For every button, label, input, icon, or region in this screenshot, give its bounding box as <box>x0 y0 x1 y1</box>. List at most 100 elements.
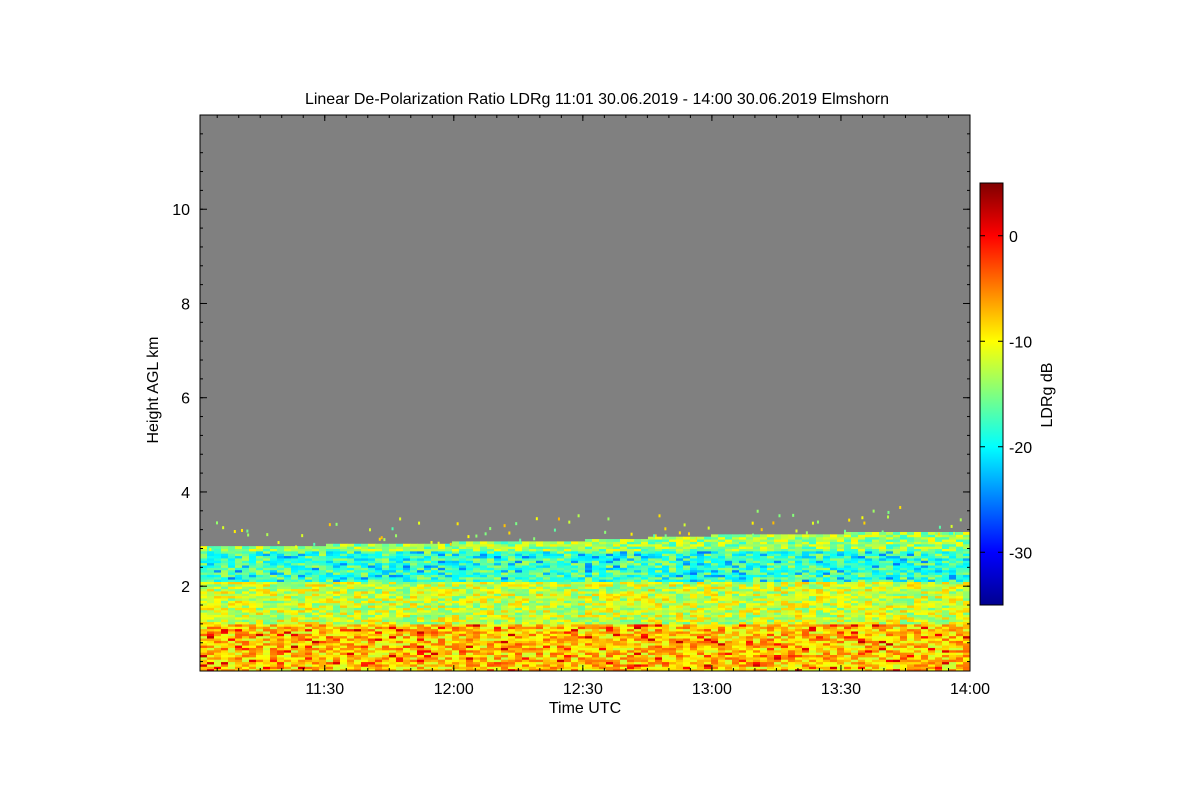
heatmap-cell <box>522 541 530 545</box>
heatmap-cell <box>564 541 572 545</box>
heatmap-cell <box>228 546 236 549</box>
heatmap-speckle <box>760 528 763 532</box>
heatmap-cell <box>613 539 621 542</box>
heatmap-cell <box>725 534 733 538</box>
heatmap-speckle <box>577 514 580 518</box>
heatmap-cell <box>606 539 614 542</box>
heatmap-speckle <box>756 509 759 513</box>
heatmap-speckle <box>391 527 394 531</box>
heatmap-cell <box>473 541 481 545</box>
heatmap-cell <box>459 541 467 545</box>
heatmap-cell <box>816 534 824 538</box>
heatmap-cell <box>235 546 243 549</box>
heatmap-cell <box>669 536 677 540</box>
heatmap-cell <box>711 534 719 538</box>
heatmap-speckle <box>664 534 667 538</box>
heatmap-speckle <box>222 526 225 530</box>
heatmap-speckle <box>805 531 808 535</box>
heatmap-cell <box>340 543 348 547</box>
heatmap-speckle <box>313 542 316 546</box>
heatmap-speckle <box>508 531 511 535</box>
heatmap-speckle <box>216 521 218 525</box>
heatmap-cell <box>284 546 292 549</box>
heatmap-cell <box>529 541 537 545</box>
heatmap-cell <box>368 543 376 547</box>
heatmap-speckle <box>683 523 686 527</box>
heatmap-cell <box>410 543 418 547</box>
heatmap-speckle <box>484 532 487 536</box>
heatmap-speckle <box>519 538 522 542</box>
heatmap-cell <box>501 541 509 545</box>
heatmap-cell <box>480 541 488 545</box>
heatmap-cell <box>312 546 320 549</box>
heatmap-cell <box>277 546 285 549</box>
heatmap-speckle <box>553 528 556 532</box>
heatmap-cell <box>508 541 516 545</box>
heatmap-cell <box>641 539 649 542</box>
heatmap-cell <box>326 543 334 547</box>
heatmap-cell <box>382 543 390 547</box>
heatmap-speckle <box>380 536 383 540</box>
heatmap-cell <box>256 546 264 549</box>
heatmap-cell <box>655 536 663 540</box>
heatmap-cell <box>620 539 628 542</box>
heatmap-cell <box>417 543 425 547</box>
heatmap-speckle <box>568 520 571 524</box>
heatmap-speckle <box>604 530 607 534</box>
heatmap-speckle <box>430 540 433 544</box>
heatmap-cell <box>592 539 600 542</box>
heatmap-cell <box>291 546 299 549</box>
heatmap-speckle <box>557 517 560 521</box>
heatmap-cell <box>431 543 439 547</box>
heatmap-cell <box>683 536 691 540</box>
heatmap-cell <box>802 534 810 538</box>
heatmap-speckle <box>335 522 338 526</box>
heatmap-speckle <box>266 533 269 537</box>
heatmap-cell <box>697 536 705 540</box>
heatmap-cell <box>536 541 544 545</box>
heatmap-cell <box>361 543 369 547</box>
heatmap-speckle <box>816 520 819 524</box>
heatmap-speckle <box>475 534 478 538</box>
heatmap-cell <box>347 543 355 547</box>
heatmap-speckle <box>664 527 667 531</box>
heatmap-cell <box>263 546 271 549</box>
heatmap-speckle <box>751 521 754 525</box>
heatmap-cell <box>515 541 523 545</box>
heatmap-speckle <box>653 534 656 538</box>
heatmap-cell <box>389 543 397 547</box>
heatmap-cell <box>634 539 642 542</box>
heatmap-cell <box>494 541 502 545</box>
heatmap-speckle <box>418 521 421 525</box>
heatmap-speckle <box>607 517 610 521</box>
heatmap-cell <box>487 541 495 545</box>
heatmap-cell <box>354 543 362 547</box>
heatmap-speckle <box>378 537 381 541</box>
heatmap-cell <box>599 539 607 542</box>
heatmap-speckle <box>792 513 795 517</box>
heatmap-speckle <box>383 538 386 542</box>
heatmap-cell <box>298 546 306 549</box>
heatmap-cell <box>375 543 383 547</box>
heatmap-speckle <box>811 521 814 525</box>
heatmap-speckle <box>456 522 459 526</box>
heatmap-cell <box>571 541 579 545</box>
heatmap-speckle <box>467 535 470 539</box>
heatmap-speckle <box>630 532 633 536</box>
heatmap-speckle <box>658 514 661 518</box>
heatmap-speckle <box>395 534 398 538</box>
heatmap-speckle <box>707 526 710 530</box>
heatmap-speckle <box>246 529 249 533</box>
heatmap-cell <box>319 546 327 549</box>
heatmap-speckle <box>687 532 690 536</box>
heatmap-cell <box>249 546 257 549</box>
heatmap-speckle <box>772 521 775 525</box>
heatmap-speckle <box>449 542 452 546</box>
heatmap-cell <box>550 541 558 545</box>
heatmap-cell <box>718 534 726 538</box>
heatmap-speckle <box>241 528 243 532</box>
heatmap-cell <box>466 541 474 545</box>
heatmap-cell <box>214 546 222 549</box>
heatmap-cell <box>781 534 789 538</box>
heatmap-speckle <box>369 528 372 532</box>
